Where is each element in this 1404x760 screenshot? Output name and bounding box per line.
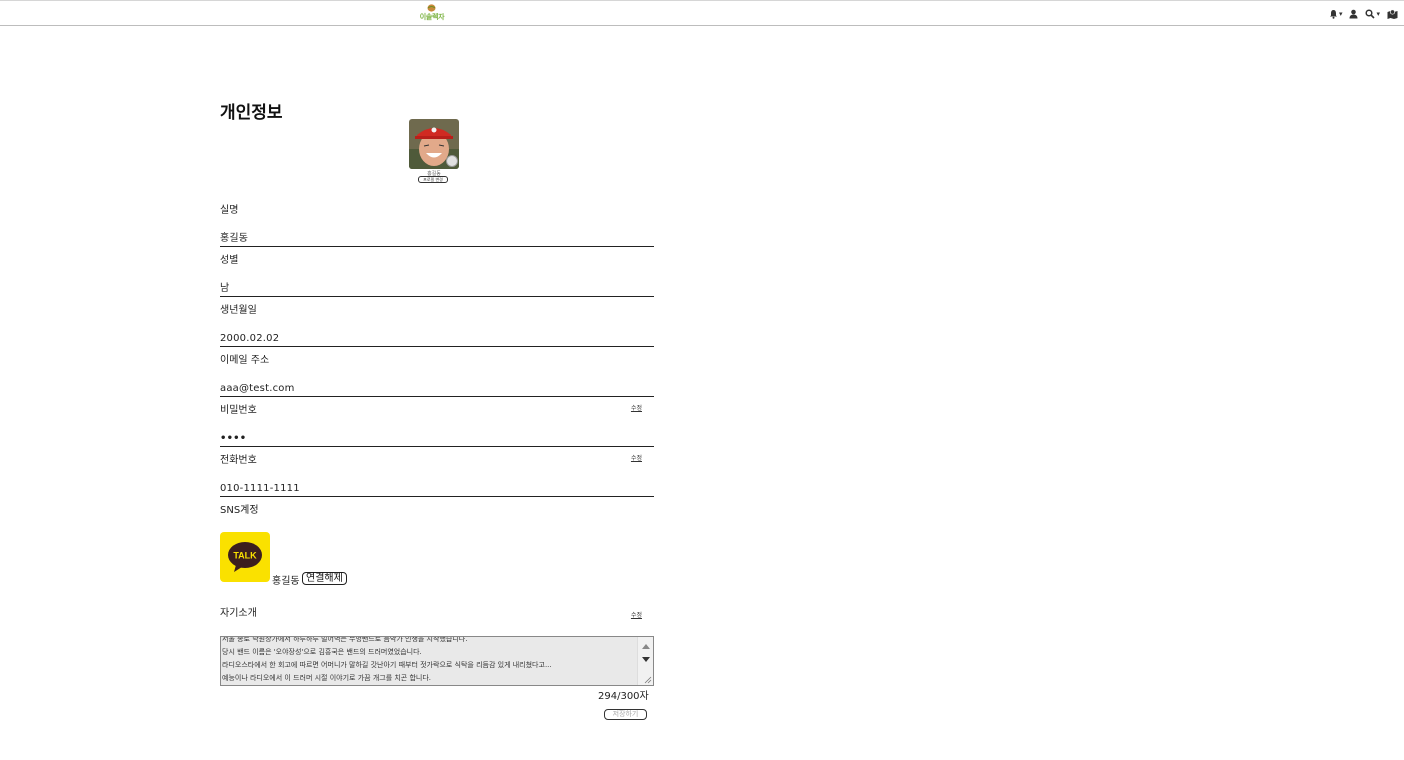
scroll-down-icon[interactable] xyxy=(642,657,650,662)
user-menu[interactable] xyxy=(1349,8,1358,20)
intro-edit-link[interactable]: 수정 xyxy=(631,610,642,619)
email-input[interactable]: aaa@test.com xyxy=(220,382,654,397)
user-icon xyxy=(1349,9,1358,19)
unlink-button[interactable]: 연결해제 xyxy=(302,572,347,585)
sns-account-name: 홍길동 xyxy=(272,576,300,587)
logo-text: 이솔렉자 xyxy=(419,13,445,21)
field-label: 생년월일 xyxy=(220,305,257,316)
field-label: SNS계정 xyxy=(220,505,259,516)
password-input[interactable]: •••• xyxy=(220,432,654,447)
character-counter: 294/300자 xyxy=(598,691,649,702)
top-navigation-bar: 이솔렉자 ▾ ▾ xyxy=(0,0,1404,26)
camera-icon[interactable] xyxy=(446,155,458,167)
field-email: 이메일 주소 aaa@test.com xyxy=(220,351,654,397)
map-icon xyxy=(1387,9,1398,19)
birthdate-input[interactable]: 2000.02.02 xyxy=(220,332,654,347)
field-label: 비밀번호 xyxy=(220,405,257,416)
kakao-icon-text: TALK xyxy=(233,551,257,561)
field-label: 이메일 주소 xyxy=(220,355,270,366)
chevron-down-icon: ▾ xyxy=(1376,10,1380,18)
intro-line: 예능이나 라디오에서 이 드러머 시절 이야기로 가끔 개그를 치곤 합니다. xyxy=(222,674,432,682)
map-menu[interactable] xyxy=(1387,8,1398,20)
gender-input[interactable]: 남 xyxy=(220,282,654,297)
intro-line: 라디오스타에서 한 회고에 따르면 어머니가 말하길 갓난아기 때부터 젓가락으… xyxy=(222,661,552,669)
field-label: 전화번호 xyxy=(220,455,257,466)
field-name: 실명 홍길동 xyxy=(220,201,654,247)
page-title: 개인정보 xyxy=(220,103,283,123)
chevron-down-icon: ▾ xyxy=(1338,10,1343,18)
save-button[interactable]: 저장하기 xyxy=(604,709,647,720)
field-gender: 성별 남 xyxy=(220,251,654,297)
search-menu[interactable]: ▾ xyxy=(1365,8,1380,20)
field-birthdate: 생년월일 2000.02.02 xyxy=(220,301,654,347)
header-actions: ▾ ▾ xyxy=(1329,8,1398,20)
site-logo[interactable]: 이솔렉자 xyxy=(417,4,447,24)
kakao-talk-icon: TALK xyxy=(220,532,270,582)
field-label: 자기소개 xyxy=(220,608,257,619)
intro-text: 서울 종로 낙원상가에서 하루하루 벌어먹는 무명밴드로 음악가 인생을 시작했… xyxy=(222,636,634,685)
field-password: 비밀번호 수정 •••• xyxy=(220,401,654,447)
intro-textarea[interactable]: 서울 종로 낙원상가에서 하루하루 벌어먹는 무명밴드로 음악가 인생을 시작했… xyxy=(220,636,654,686)
sns-section: SNS계정 xyxy=(220,501,654,516)
scroll-up-icon[interactable] xyxy=(642,644,650,649)
change-photo-button[interactable]: 프로필 변경 xyxy=(418,176,448,183)
password-edit-link[interactable]: 수정 xyxy=(631,403,642,412)
phone-input[interactable]: 010-1111-1111 xyxy=(220,482,654,497)
field-phone: 전화번호 수정 010-1111-1111 xyxy=(220,451,654,497)
search-icon xyxy=(1365,9,1376,19)
intro-line: 당시 밴드 이름은 '오야장성'으로 김흥국은 밴드의 드러머였었습니다. xyxy=(222,648,422,656)
phone-edit-link[interactable]: 수정 xyxy=(631,453,642,462)
resize-grip-icon[interactable] xyxy=(644,676,652,684)
name-input[interactable]: 홍길동 xyxy=(220,232,654,247)
notification-menu[interactable]: ▾ xyxy=(1329,8,1343,20)
intro-section: 자기소개 수정 xyxy=(220,604,654,619)
intro-line: 서울 종로 낙원상가에서 하루하루 벌어먹는 무명밴드로 음악가 인생을 시작했… xyxy=(222,636,468,643)
field-label: 성별 xyxy=(220,255,239,266)
field-label: 실명 xyxy=(220,205,239,216)
logo-emblem-icon xyxy=(427,4,436,12)
bell-icon xyxy=(1329,10,1337,19)
